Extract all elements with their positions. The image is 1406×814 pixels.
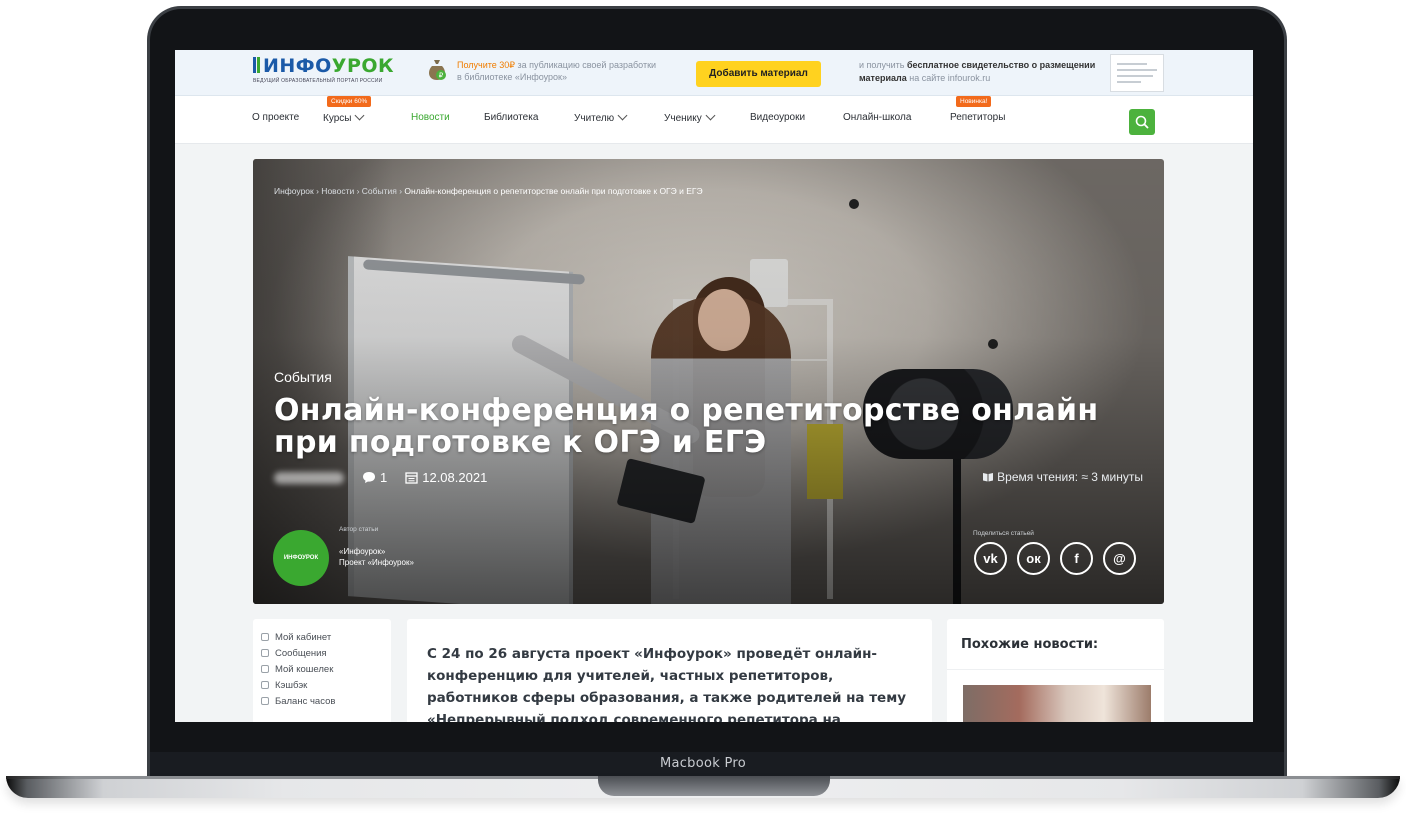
facebook-icon[interactable]: f [1060, 542, 1093, 575]
similar-news-thumbnail[interactable] [963, 685, 1151, 722]
hero-banner: Инфоурок › Новости › События › Онлайн-ко… [253, 159, 1164, 604]
similar-news-panel: Похожие новости: [947, 619, 1164, 722]
logo-mark-icon [253, 57, 260, 73]
nav-item-news[interactable]: Новости [411, 112, 450, 123]
nav-item-student[interactable]: Ученику [664, 110, 716, 124]
article-category[interactable]: События [274, 369, 332, 385]
share-caption: Поделиться статьей [973, 530, 1034, 537]
add-material-button[interactable]: Добавить материал [696, 61, 821, 87]
email-icon[interactable]: @ [1103, 542, 1136, 575]
new-badge: Новинка! [956, 96, 992, 107]
vk-icon[interactable]: vk [974, 542, 1007, 575]
chevron-down-icon [705, 110, 716, 121]
wallet-icon [261, 665, 269, 673]
blurred-author [274, 471, 344, 484]
similar-news-title: Похожие новости: [961, 637, 1099, 652]
chevron-down-icon [617, 110, 628, 121]
article-meta: 1 12.08.2021 [274, 470, 487, 485]
nav-item-courses[interactable]: Курсы [323, 110, 365, 124]
side-item-messages[interactable]: Сообщения [261, 645, 391, 661]
article-lead: С 24 по 26 августа проект «Инфоурок» про… [427, 646, 907, 722]
laptop-notch [598, 776, 830, 796]
main-nav: О проекте Курсы Скидки 60% Новости Библи… [175, 96, 1253, 144]
promo-bar: ИНФОУРОК ВЕДУЩИЙ ОБРАЗОВАТЕЛЬНЫЙ ПОРТАЛ … [175, 50, 1253, 96]
certificate-thumbnail [1110, 54, 1164, 92]
money-bag-icon: ₽ [429, 60, 446, 80]
nav-item-online-school[interactable]: Онлайн-школа [843, 112, 911, 123]
promo-offer-text: Получите 30₽ за публикацию своей разрабо… [457, 60, 657, 82]
svg-text:₽: ₽ [439, 72, 444, 80]
browser-viewport: ИНФОУРОК ВЕДУЩИЙ ОБРАЗОВАТЕЛЬНЫЙ ПОРТАЛ … [175, 50, 1253, 722]
cashback-icon [261, 681, 269, 689]
message-icon [261, 649, 269, 657]
logo-tagline: ВЕДУЩИЙ ОБРАЗОВАТЕЛЬНЫЙ ПОРТАЛ РОССИИ [253, 78, 383, 84]
user-icon [261, 633, 269, 641]
side-item-cabinet[interactable]: Мой кабинет [261, 629, 391, 645]
nav-item-library[interactable]: Библиотека [484, 112, 538, 123]
nav-item-teacher[interactable]: Учителю [574, 110, 628, 124]
comment-count: 1 [380, 470, 388, 485]
article-title: Онлайн-конференция о репетиторстве онлай… [274, 393, 1099, 460]
nav-item-tutors[interactable]: Репетиторы [950, 112, 1005, 123]
nav-item-videolessons[interactable]: Видеоуроки [750, 112, 805, 123]
breadcrumb[interactable]: Инфоурок › Новости › События › Онлайн-ко… [274, 186, 703, 196]
reading-time: Время чтения: ≈ 3 минуты [982, 470, 1143, 484]
side-item-cashback[interactable]: Кэшбэк [261, 677, 391, 693]
calendar-icon [405, 472, 418, 484]
odnoklassniki-icon[interactable]: ок [1017, 542, 1050, 575]
search-button[interactable] [1129, 109, 1155, 135]
nav-item-about[interactable]: О проекте [252, 112, 299, 123]
author-caption: Автор статьи [339, 526, 379, 533]
account-side-menu: Мой кабинет Сообщения Мой кошелек Кэшбэк… [253, 619, 391, 722]
article-body: С 24 по 26 августа проект «Инфоурок» про… [407, 619, 932, 722]
certificate-offer-text: и получить бесплатное свидетельство о ра… [859, 60, 1096, 83]
side-item-wallet[interactable]: Мой кошелек [261, 661, 391, 677]
clock-icon [261, 697, 269, 705]
device-label: Macbook Pro [659, 756, 747, 771]
author-info[interactable]: «Инфоурок» Проект «Инфоурок» [339, 546, 414, 568]
chevron-down-icon [355, 110, 365, 121]
book-icon [983, 473, 994, 482]
site-logo[interactable]: ИНФОУРОК ВЕДУЩИЙ ОБРАЗОВАТЕЛЬНЫЙ ПОРТАЛ … [253, 56, 394, 84]
search-icon [1135, 115, 1149, 129]
comment-icon[interactable] [362, 471, 376, 484]
publish-date: 12.08.2021 [422, 470, 488, 485]
author-avatar[interactable]: ИНФОУРОК [273, 530, 329, 586]
discount-badge: Скидки 60% [327, 96, 372, 107]
side-item-hours-balance[interactable]: Баланс часов [261, 693, 391, 709]
